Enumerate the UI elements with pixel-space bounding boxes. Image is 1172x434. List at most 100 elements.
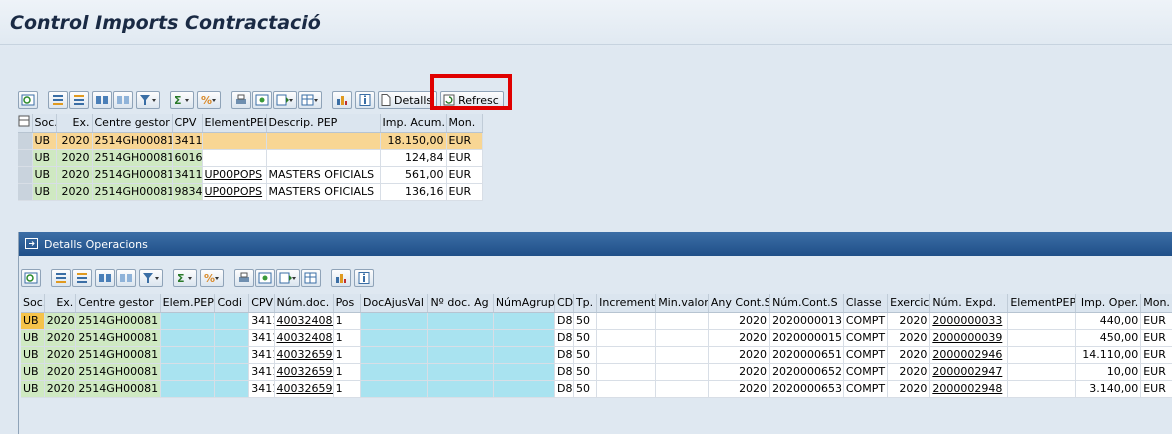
document-number-link[interactable]: 400326596 xyxy=(277,348,333,361)
refresh-button[interactable]: Refresc xyxy=(440,91,504,109)
col-header[interactable]: CPV xyxy=(172,114,203,133)
expedient-number-link[interactable]: 2000000039 xyxy=(932,331,1002,344)
col-header[interactable]: Soc. xyxy=(21,294,45,313)
col-header[interactable]: Ex. xyxy=(56,114,93,133)
table-row[interactable]: UB20202514GH0008134114003240801D85020202… xyxy=(21,312,1172,330)
view-icon[interactable] xyxy=(255,269,275,287)
col-header[interactable]: DocAjusVal xyxy=(360,294,429,313)
table-cell-link[interactable]: 400324080 xyxy=(274,312,334,330)
document-number-link[interactable]: 400324084 xyxy=(277,331,333,344)
table-cell-link[interactable]: 2000000033 xyxy=(929,312,1009,330)
col-header[interactable]: Increment xyxy=(596,294,657,313)
table-row[interactable]: UB20202514GH0008134114003265961D85020202… xyxy=(21,346,1172,364)
table-cell-link[interactable]: UP00POPS xyxy=(202,166,267,184)
select-all-icon[interactable] xyxy=(18,114,33,133)
col-header[interactable]: Núm.doc. xyxy=(274,294,334,313)
col-header[interactable]: Min.valor xyxy=(655,294,709,313)
details-button[interactable]: Detalls xyxy=(378,91,438,109)
filter-icon[interactable] xyxy=(136,91,160,109)
col-header[interactable]: ElementPEP xyxy=(1007,294,1076,313)
graphic-icon[interactable] xyxy=(331,269,351,287)
details-icon[interactable] xyxy=(18,91,38,109)
sort-ascending-icon[interactable] xyxy=(48,91,68,109)
col-header[interactable]: Soc. xyxy=(32,114,57,133)
find-next-icon[interactable] xyxy=(113,91,133,109)
subtotal-icon[interactable]: % xyxy=(197,91,221,109)
expedient-number-link[interactable]: 2000002946 xyxy=(932,348,1002,361)
col-header[interactable]: Exercici xyxy=(887,294,931,313)
col-header[interactable]: Imp. Oper. xyxy=(1075,294,1142,313)
document-number-link[interactable]: 400324080 xyxy=(277,314,333,327)
col-header[interactable]: Centre gestor xyxy=(92,114,173,133)
layout-icon[interactable] xyxy=(298,91,322,109)
sort-descending-icon[interactable] xyxy=(69,91,89,109)
export-icon[interactable] xyxy=(273,91,297,109)
info-icon[interactable] xyxy=(355,91,375,109)
col-header[interactable]: CPV xyxy=(248,294,275,313)
sort-ascending-icon[interactable] xyxy=(51,269,71,287)
col-header[interactable]: Imp. Acum. xyxy=(380,114,447,133)
document-number-link[interactable]: 400326598 xyxy=(277,382,333,395)
graphic-icon[interactable] xyxy=(332,91,352,109)
export-icon[interactable] xyxy=(276,269,300,287)
table-cell-link[interactable]: 400324084 xyxy=(274,329,334,347)
col-header[interactable]: Mon. xyxy=(1140,294,1172,313)
table-row[interactable]: UB20202514GH0008134114003240841D85020202… xyxy=(21,329,1172,347)
col-header[interactable]: Codi xyxy=(214,294,250,313)
table-cell-link[interactable]: 400326597 xyxy=(274,363,334,381)
col-header[interactable]: Descrip. PEP xyxy=(266,114,381,133)
document-number-link[interactable]: 400326597 xyxy=(277,365,333,378)
col-header[interactable]: NúmAgrup xyxy=(493,294,555,313)
col-header[interactable]: ElementPEP xyxy=(202,114,267,133)
col-header[interactable]: Núm.Cont.S xyxy=(769,294,844,313)
expedient-number-link[interactable]: 2000002947 xyxy=(932,365,1002,378)
col-header[interactable]: Any Cont.S xyxy=(708,294,771,313)
table-cell-link[interactable]: 2000002948 xyxy=(929,380,1009,398)
row-selector[interactable] xyxy=(18,149,33,167)
print-icon[interactable] xyxy=(234,269,254,287)
find-next-icon[interactable] xyxy=(116,269,136,287)
find-icon[interactable] xyxy=(92,91,112,109)
table-row[interactable]: UB20202514GH0008134114003265971D85020202… xyxy=(21,363,1172,381)
panel-collapse-icon[interactable] xyxy=(25,238,39,250)
table-cell-link[interactable]: 400326596 xyxy=(274,346,334,364)
view-icon[interactable] xyxy=(252,91,272,109)
row-selector[interactable] xyxy=(18,132,33,150)
table-row[interactable]: UB 2020 2514GH00081 3411 18.150,00 EUR xyxy=(18,132,483,150)
print-icon[interactable] xyxy=(231,91,251,109)
info-icon[interactable] xyxy=(354,269,374,287)
col-header[interactable]: Pos xyxy=(333,294,361,313)
find-icon[interactable] xyxy=(95,269,115,287)
details-icon[interactable] xyxy=(21,269,41,287)
col-header[interactable]: Ex. xyxy=(44,294,77,313)
table-row[interactable]: UB 2020 2514GH00081 9834 UP00POPS MASTER… xyxy=(18,183,483,201)
sort-descending-icon[interactable] xyxy=(72,269,92,287)
filter-icon[interactable] xyxy=(139,269,163,287)
table-row[interactable]: UB 2020 2514GH00081 6016 124,84 EUR xyxy=(18,149,483,167)
sum-icon[interactable]: Σ xyxy=(173,269,197,287)
table-cell-link[interactable]: 2000002946 xyxy=(929,346,1009,364)
table-cell-link[interactable]: 400326598 xyxy=(274,380,334,398)
row-selector[interactable] xyxy=(18,183,33,201)
col-header[interactable]: Centre gestor xyxy=(75,294,161,313)
expedient-number-link[interactable]: 2000002948 xyxy=(932,382,1002,395)
col-header[interactable]: Classe xyxy=(843,294,889,313)
sum-icon[interactable]: Σ xyxy=(170,91,194,109)
col-header[interactable]: Nº doc. Ag xyxy=(427,294,494,313)
col-header[interactable]: Elem.PEP xyxy=(160,294,216,313)
row-selector[interactable] xyxy=(18,166,33,184)
element-pep-link[interactable]: UP00POPS xyxy=(205,168,263,181)
table-cell-link[interactable]: UP00POPS xyxy=(202,183,267,201)
subtotal-icon[interactable]: % xyxy=(200,269,224,287)
col-header[interactable]: CD xyxy=(554,294,574,313)
col-header[interactable]: Mon. xyxy=(446,114,483,133)
col-header[interactable]: Tp. xyxy=(573,294,598,313)
element-pep-link[interactable]: UP00POPS xyxy=(205,185,263,198)
col-header[interactable]: Núm. Expd. xyxy=(929,294,1009,313)
layout-icon[interactable] xyxy=(301,269,321,287)
table-cell-link[interactable]: 2000002947 xyxy=(929,363,1009,381)
expedient-number-link[interactable]: 2000000033 xyxy=(932,314,1002,327)
table-row[interactable]: UB 2020 2514GH00081 3411 UP00POPS MASTER… xyxy=(18,166,483,184)
table-row[interactable]: UB20202514GH0008134114003265981D85020202… xyxy=(21,380,1172,398)
table-cell-link[interactable]: 2000000039 xyxy=(929,329,1009,347)
